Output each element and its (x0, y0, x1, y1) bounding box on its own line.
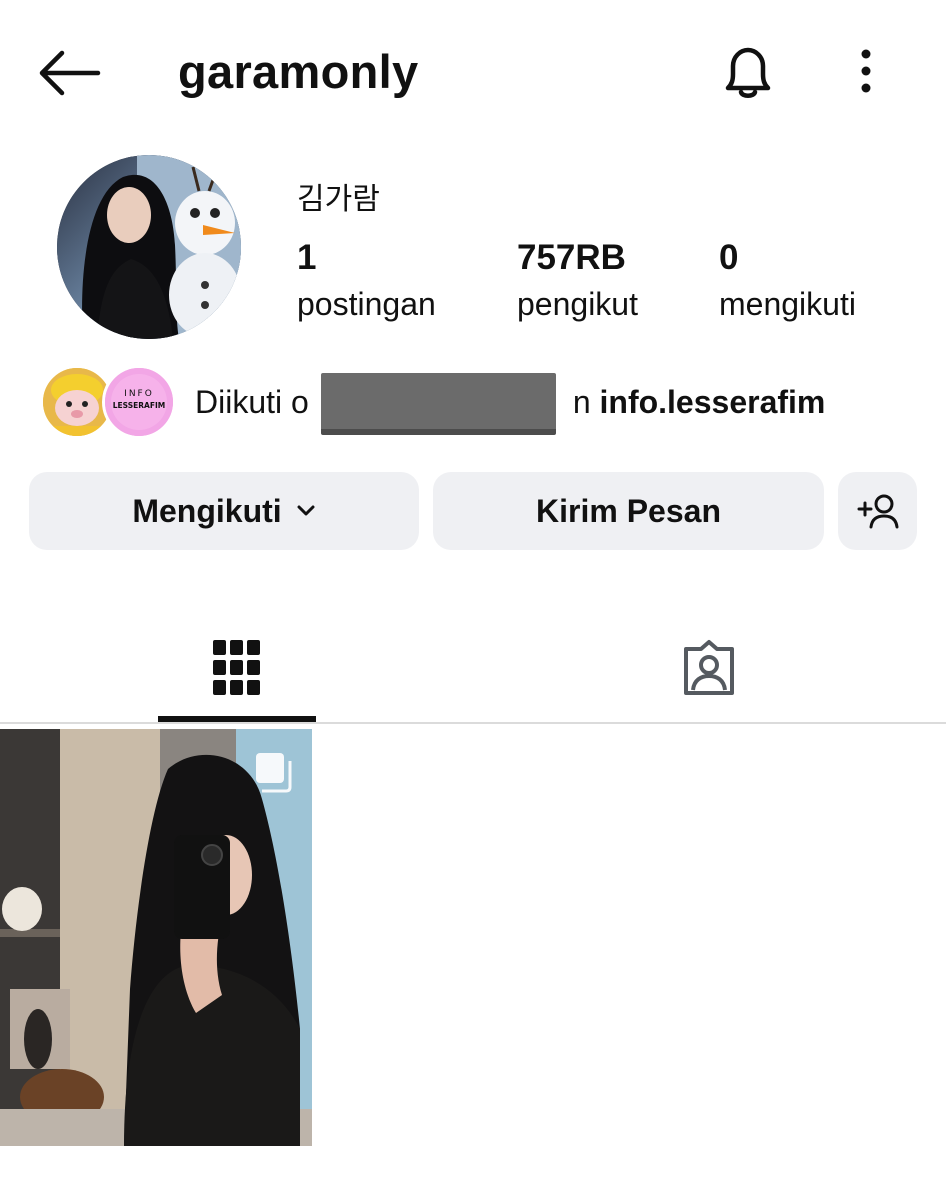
followers-label: pengikut (517, 286, 638, 322)
notifications-button[interactable] (716, 40, 780, 104)
profile-header: garamonly (0, 0, 946, 145)
tab-tagged[interactable] (630, 612, 788, 724)
back-button[interactable] (36, 48, 102, 98)
send-message-button[interactable]: Kirim Pesan (433, 472, 824, 550)
tabs-divider (0, 722, 946, 724)
profile-username: garamonly (178, 45, 419, 98)
add-user-icon (857, 494, 898, 529)
chevron-down-icon (297, 505, 315, 516)
posts-count: 1 (297, 238, 317, 277)
profile-display-name: 김가람 (297, 182, 380, 217)
followed-by-highlight: info.lesserafim (599, 384, 826, 420)
following-button-label: Mengikuti (132, 492, 282, 529)
profile-avatar[interactable] (57, 155, 241, 339)
bell-icon (725, 47, 771, 98)
more-vertical-icon (861, 49, 871, 93)
suggest-users-button[interactable] (838, 472, 917, 550)
stat-posts[interactable]: 1 postingan (297, 238, 436, 330)
grid-icon (213, 640, 260, 695)
following-count: 0 (719, 238, 739, 277)
followed-by-prefix: Diikuti o (195, 384, 309, 420)
stat-following[interactable]: 0 mengikuti (719, 238, 856, 330)
mutual-avatar-2: INFO LESSERAFIM (102, 365, 176, 439)
post-thumbnail[interactable] (0, 729, 312, 1146)
profile-photo (57, 155, 241, 339)
tab-posts-grid[interactable] (158, 612, 316, 724)
stat-followers[interactable]: 757RB pengikut (517, 238, 638, 330)
mutual-followers-avatars[interactable]: INFO LESSERAFIM (40, 365, 180, 441)
more-options-button[interactable] (848, 46, 884, 98)
redaction-box (321, 373, 556, 435)
tagged-person-icon (684, 640, 734, 695)
mutual-avatar-2-line1: INFO (124, 389, 154, 399)
followers-count: 757RB (517, 238, 626, 277)
mutual-avatar-2-line2: LESSERAFIM (113, 401, 165, 410)
following-button[interactable]: Mengikuti (29, 472, 419, 550)
followed-by-suffix: n (572, 384, 600, 420)
arrow-left-icon (39, 50, 101, 96)
following-label: mengikuti (719, 286, 856, 322)
posts-label: postingan (297, 286, 436, 322)
post-image (0, 729, 312, 1146)
send-message-label: Kirim Pesan (536, 492, 721, 529)
